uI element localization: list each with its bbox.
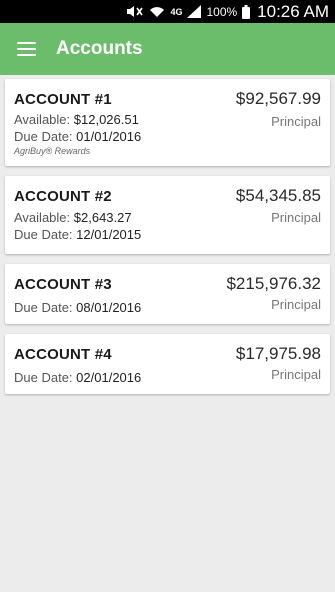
available-value: $2,643.27 <box>73 210 132 225</box>
account-name: ACCOUNT #1 <box>14 91 112 108</box>
due-date-label: Due Date: <box>14 227 73 242</box>
mute-icon <box>126 5 144 18</box>
account-amount: $17,975.98 <box>235 344 321 363</box>
status-bar: 4G 100% 10:26 AM <box>0 0 335 23</box>
account-type: Principal <box>271 367 321 382</box>
account-name: ACCOUNT #3 <box>14 276 112 293</box>
account-name: ACCOUNT #2 <box>14 188 112 205</box>
account-list: ACCOUNT #1 $92,567.99 Principal Availabl… <box>0 75 335 394</box>
available-value: $12,026.51 <box>73 112 139 127</box>
due-date-value: 08/01/2016 <box>76 300 142 315</box>
account-amount: $54,345.85 <box>235 186 321 205</box>
battery-icon <box>242 4 251 19</box>
due-date-value: 12/01/2015 <box>76 227 142 242</box>
account-amount: $215,976.32 <box>226 274 321 293</box>
due-date-value: 01/01/2016 <box>76 129 142 144</box>
page-title: Accounts <box>56 38 143 59</box>
account-card-2[interactable]: ACCOUNT #2 $54,345.85 Principal Availabl… <box>5 176 330 254</box>
rewards-note: AgriBuy® Rewards <box>14 146 91 156</box>
due-date-label: Due Date: <box>14 129 73 144</box>
due-date-label: Due Date: <box>14 370 73 385</box>
wifi-icon <box>149 5 165 18</box>
app-bar: Accounts <box>0 23 335 75</box>
due-date-row: Due Date: 01/01/2016 <box>14 128 321 145</box>
battery-percent: 100% <box>206 4 238 19</box>
account-card-3[interactable]: ACCOUNT #3 $215,976.32 Principal Due Dat… <box>5 264 330 324</box>
clock: 10:26 AM <box>257 1 329 21</box>
account-name: ACCOUNT #4 <box>14 346 112 363</box>
network-type-icon: 4G <box>170 6 183 17</box>
account-card-1[interactable]: ACCOUNT #1 $92,567.99 Principal Availabl… <box>5 79 330 166</box>
due-date-value: 02/01/2016 <box>76 370 142 385</box>
account-type: Principal <box>271 114 321 129</box>
available-label: Available: <box>14 112 71 127</box>
due-date-label: Due Date: <box>14 300 73 315</box>
account-type: Principal <box>271 210 321 225</box>
account-card-4[interactable]: ACCOUNT #4 $17,975.98 Principal Due Date… <box>5 334 330 394</box>
menu-icon[interactable] <box>17 42 36 56</box>
available-label: Available: <box>14 210 71 225</box>
account-type: Principal <box>271 297 321 312</box>
due-date-row: Due Date: 12/01/2015 <box>14 226 321 243</box>
account-amount: $92,567.99 <box>235 89 321 108</box>
signal-icon <box>187 5 202 18</box>
